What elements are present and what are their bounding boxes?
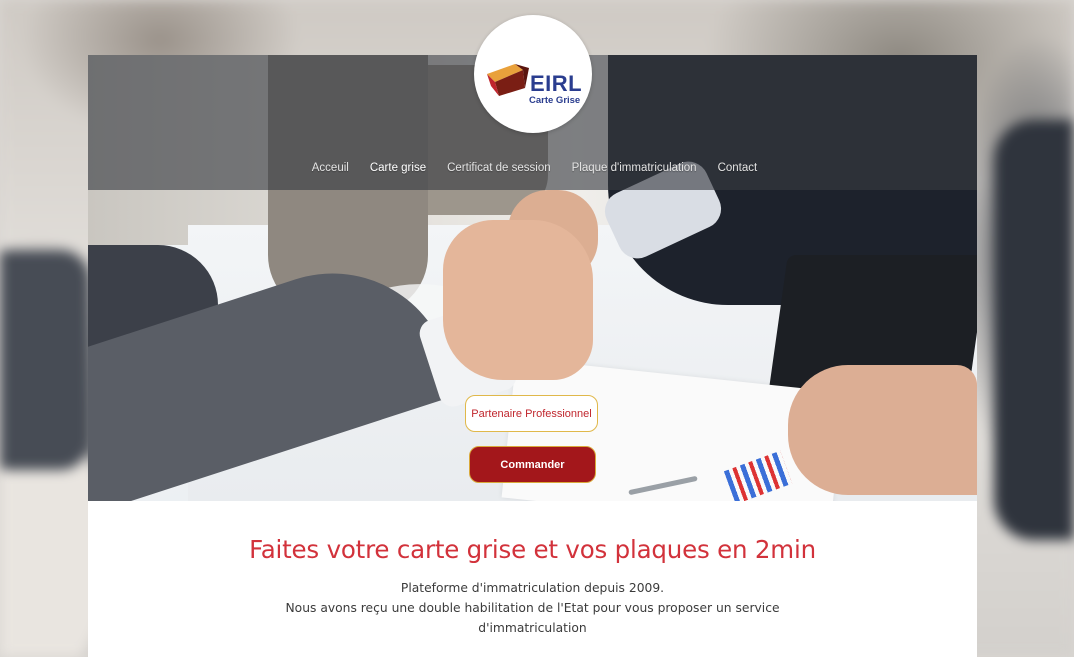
page-headline: Faites votre carte grise et vos plaques … (249, 535, 816, 564)
nav-item-carte-grise[interactable]: Carte grise (370, 162, 426, 174)
nav-item-contact[interactable]: Contact (718, 162, 758, 174)
page-container: Acceuil Carte grise Certificat de sessio… (88, 55, 977, 657)
intro-line-2: Nous avons reçu une double habilitation … (285, 601, 780, 635)
site-logo[interactable]: EIRL Carte Grise (474, 15, 592, 133)
nav-item-plaque-immatriculation[interactable]: Plaque d'immatriculation (572, 162, 697, 174)
partner-professional-button[interactable]: Partenaire Professionnel (465, 395, 598, 432)
intro-text: Plateforme d'immatriculation depuis 2009… (263, 578, 803, 638)
logo-card-icon (487, 64, 529, 96)
logo-brand: EIRL (530, 71, 583, 96)
intro-section: Faites votre carte grise et vos plaques … (88, 501, 977, 638)
nav-item-acceuil[interactable]: Acceuil (312, 162, 349, 174)
logo-subtitle: Carte Grise (529, 95, 581, 106)
main-nav: Acceuil Carte grise Certificat de sessio… (88, 162, 977, 174)
intro-line-1: Plateforme d'immatriculation depuis 2009… (400, 581, 665, 595)
nav-item-certificat-de-session[interactable]: Certificat de session (447, 162, 551, 174)
order-button[interactable]: Commander (469, 446, 596, 483)
